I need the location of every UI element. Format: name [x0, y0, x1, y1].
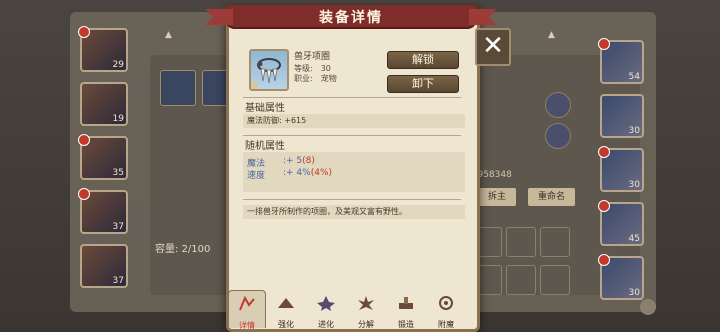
random-stat-row: 速度 :+ 4%(4%) — [247, 168, 332, 181]
tab-detail[interactable]: 详情 — [228, 290, 266, 330]
bg-button-left[interactable]: 拆主 — [478, 188, 517, 206]
base-stat-row: 魔法防御: +615 — [243, 114, 465, 128]
random-stats-box: 魔法 :+ 5(8) 速度 :+ 4%(4%) — [243, 152, 465, 192]
close-button[interactable]: ✕ — [475, 28, 511, 66]
bg-equipment-chip[interactable] — [545, 123, 571, 149]
hero-slot[interactable]: 30 — [598, 254, 644, 300]
tab-evolve[interactable]: 进化 — [308, 290, 344, 329]
job-value: 宠物 — [320, 74, 337, 83]
detail-icon — [239, 295, 255, 311]
hero-level: 37 — [112, 276, 124, 286]
notice-badge — [78, 188, 90, 200]
fang-collar-icon — [257, 58, 281, 84]
inventory-slot[interactable] — [540, 227, 570, 257]
notice-badge — [78, 26, 90, 38]
tab-label: 进化 — [318, 320, 334, 329]
stat-name: 速度 — [247, 171, 266, 181]
hero-slot[interactable]: 37 — [78, 188, 128, 234]
hero-slot[interactable]: 37 — [80, 244, 128, 288]
hero-slot[interactable]: 54 — [598, 38, 644, 84]
hero-level: 30 — [628, 126, 640, 136]
hero-slot[interactable]: 19 — [80, 82, 128, 126]
forge-icon — [399, 297, 413, 309]
hero-level: 30 — [628, 180, 640, 190]
base-attributes-header: 基础属性 — [245, 103, 285, 114]
notice-badge — [598, 38, 610, 50]
tab-forge[interactable]: 锻造 — [388, 290, 424, 329]
stat-value: :+ 5 — [283, 156, 303, 166]
tab-label: 分解 — [358, 320, 374, 329]
hero-slot[interactable]: 29 — [78, 26, 128, 72]
bg-tab-label: ▲ — [165, 30, 172, 40]
unlock-button[interactable]: 解锁 — [387, 51, 459, 69]
tab-label: 强化 — [278, 320, 294, 329]
divider — [243, 199, 461, 200]
stat-bonus: (8) — [302, 156, 315, 166]
item-name: 兽牙项圈 — [294, 52, 331, 62]
item-job: 职业: 宠物 — [294, 73, 337, 84]
tab-label: 详情 — [239, 321, 255, 330]
modal-title: 装备详情 — [319, 10, 383, 26]
tab-bar: 详情 强化 进化 分解 锻造 附魔 — [228, 290, 472, 330]
capacity-text: 容量: 2/100 — [155, 244, 211, 255]
equipment-detail-modal: 装备详情 兽牙项圈 等级: 30 职业: 宠物 解锁 卸下 基础属性 魔法防御: +… — [225, 5, 480, 332]
hero-slot[interactable]: 35 — [78, 134, 128, 180]
notice-badge — [598, 200, 610, 212]
item-icon-frame[interactable] — [249, 49, 289, 91]
bg-inventory-grid — [470, 225, 572, 301]
tab-label: 锻造 — [398, 320, 414, 329]
quality-marker — [251, 82, 258, 89]
close-icon: ✕ — [482, 31, 504, 61]
inventory-slot[interactable] — [540, 265, 570, 295]
hero-slot[interactable]: 45 — [598, 200, 644, 246]
hero-level: 54 — [628, 72, 640, 82]
decompose-icon — [358, 296, 374, 310]
hero-level: 30 — [628, 288, 640, 298]
hero-level: 45 — [628, 234, 640, 244]
stat-bonus: (4%) — [310, 168, 333, 178]
notice-badge — [78, 134, 90, 146]
inventory-slot[interactable] — [506, 265, 536, 295]
enhance-icon — [278, 298, 294, 308]
job-label: 职业: — [294, 74, 313, 83]
tab-enhance[interactable]: 强化 — [268, 290, 304, 329]
equipment-slot[interactable] — [160, 70, 196, 106]
hero-level: 19 — [112, 114, 124, 124]
inventory-slot[interactable] — [506, 227, 536, 257]
bg-equipment-chip[interactable] — [545, 92, 571, 118]
hero-slot[interactable]: 30 — [598, 146, 644, 192]
bg-tab-label-right: ▲ — [548, 30, 555, 40]
divider — [243, 97, 461, 98]
divider — [243, 135, 461, 136]
title-ribbon: 装备详情 — [225, 5, 477, 29]
evolve-icon — [317, 296, 335, 311]
tab-decompose[interactable]: 分解 — [348, 290, 384, 329]
tab-enchant[interactable]: 附魔 — [428, 290, 464, 329]
bg-button-right[interactable]: 重命名 — [528, 188, 576, 206]
hero-slot[interactable]: 30 — [600, 94, 644, 138]
hero-list-right: 54 30 30 45 30 — [598, 38, 646, 310]
hero-level: 29 — [112, 60, 124, 70]
hero-list-left: 29 19 35 37 37 — [78, 26, 130, 298]
hero-level: 37 — [112, 222, 124, 232]
tab-label: 附魔 — [438, 320, 454, 329]
notice-badge — [598, 254, 610, 266]
bg-corner-icon[interactable] — [640, 299, 656, 315]
notice-badge — [598, 146, 610, 158]
random-attributes-header: 随机属性 — [245, 141, 285, 152]
hero-level: 35 — [112, 168, 124, 178]
enchant-icon — [439, 296, 453, 310]
level-label: 等级: — [294, 64, 313, 73]
stat-value: :+ 4% — [283, 168, 311, 178]
unequip-button[interactable]: 卸下 — [387, 75, 459, 93]
item-description: 一排兽牙所制作的项圈，及美观又富有野性。 — [243, 205, 465, 219]
level-value: 30 — [320, 64, 331, 73]
